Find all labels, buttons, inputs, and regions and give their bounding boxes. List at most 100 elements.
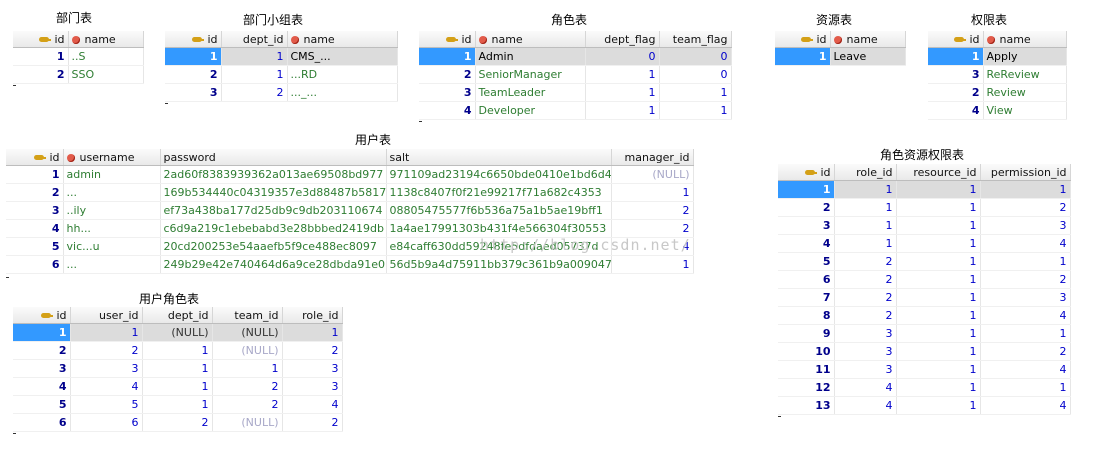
cell-role-id[interactable]: 2 <box>834 306 897 325</box>
cell-team-id[interactable]: (NULL) <box>212 413 283 432</box>
cell-team-id[interactable]: (NULL) <box>212 341 283 360</box>
column-header-name[interactable]: name <box>475 31 586 48</box>
cell-team-flag[interactable]: 0 <box>659 47 732 66</box>
cell-dept-flag[interactable]: 0 <box>585 47 660 66</box>
table-row[interactable]: 3 2 ..._... <box>165 83 398 102</box>
cell-role-id[interactable]: 4 <box>834 378 897 397</box>
column-header-resource-id[interactable]: resource_id <box>896 164 981 181</box>
column-header-team-flag[interactable]: team_flag <box>659 31 732 48</box>
cell-password[interactable]: ef73a438ba177d25db9c9db203110674 <box>160 201 387 220</box>
cell-username[interactable]: ... <box>63 255 161 274</box>
cell-role-id[interactable]: 1 <box>834 180 897 199</box>
cell-user-id[interactable]: 3 <box>70 359 143 378</box>
table-row[interactable]: 2 1 ...RD <box>165 65 398 84</box>
table-row[interactable]: 3 ReReview <box>928 65 1067 84</box>
cell-permission-id[interactable]: 2 <box>980 198 1071 217</box>
cell-name[interactable]: CMS_... <box>287 47 398 66</box>
table-row[interactable]: 2 Review <box>928 83 1067 102</box>
table-row[interactable]: 55124 <box>13 395 343 414</box>
column-header-dept-id[interactable]: dept_id <box>221 31 288 48</box>
cell-id[interactable]: 4 <box>13 377 71 396</box>
cell-resource-id[interactable]: 1 <box>896 270 981 289</box>
table-row[interactable]: 4 Developer 1 1 <box>419 101 732 120</box>
cell-resource-id[interactable]: 1 <box>896 180 981 199</box>
cell-resource-id[interactable]: 1 <box>896 216 981 235</box>
cell-username[interactable]: hh... <box>63 219 161 238</box>
cell-id[interactable]: 2 <box>165 65 222 84</box>
cell-role-id[interactable]: 3 <box>282 359 343 378</box>
cell-name[interactable]: TeamLeader <box>475 83 586 102</box>
cell-team-id[interactable]: 2 <box>212 395 283 414</box>
cell-dept-id[interactable]: 2 <box>142 413 213 432</box>
table-row[interactable]: 5211 <box>778 252 1071 271</box>
cell-permission-id[interactable]: 4 <box>980 396 1071 415</box>
cell-id[interactable]: 2 <box>928 83 984 102</box>
cell-name[interactable]: View <box>983 101 1067 120</box>
cell-permission-id[interactable]: 2 <box>980 342 1071 361</box>
cell-id[interactable]: 3 <box>419 83 476 102</box>
table-row[interactable]: 33113 <box>13 359 343 378</box>
table-row[interactable]: 11 3 1 4 <box>778 360 1071 379</box>
cell-name[interactable]: ...RD <box>287 65 398 84</box>
cell-name[interactable]: ..S <box>68 47 144 66</box>
cell-resource-id[interactable]: 1 <box>896 288 981 307</box>
cell-id[interactable]: 5 <box>778 252 835 271</box>
table-row-selected[interactable]: 1 Leave <box>775 47 906 66</box>
column-header-salt[interactable]: salt <box>386 149 612 166</box>
column-header-user-id[interactable]: user_id <box>70 307 143 324</box>
column-header-password[interactable]: password <box>160 149 387 166</box>
cell-team-flag[interactable]: 1 <box>659 83 732 102</box>
cell-role-id[interactable]: 1 <box>282 323 343 342</box>
table-row-selected[interactable]: 1 1 (NULL) (NULL) 1 <box>13 323 343 342</box>
cell-user-id[interactable]: 5 <box>70 395 143 414</box>
column-header-team-id[interactable]: team_id <box>212 307 283 324</box>
column-header-manager-id[interactable]: manager_id <box>611 149 694 166</box>
table-row[interactable]: 6 6 2 (NULL) 2 <box>13 413 343 432</box>
cell-id[interactable]: 13 <box>778 396 835 415</box>
table-row-selected[interactable]: 1 1 CMS_... <box>165 47 398 66</box>
column-header-dept-id[interactable]: dept_id <box>142 307 213 324</box>
cell-id[interactable]: 1 <box>165 47 222 66</box>
cell-permission-id[interactable]: 3 <box>980 216 1071 235</box>
cell-id[interactable]: 2 <box>778 198 835 217</box>
cell-id[interactable]: 5 <box>13 395 71 414</box>
cell-salt[interactable]: 08805475577f6b536a75a1b5ae19bff1 <box>386 201 612 220</box>
cell-id[interactable]: 7 <box>778 288 835 307</box>
cell-user-id[interactable]: 2 <box>70 341 143 360</box>
cell-team-flag[interactable]: 0 <box>659 65 732 84</box>
cell-manager-id[interactable]: 2 <box>611 201 694 220</box>
cell-id[interactable]: 12 <box>778 378 835 397</box>
cell-id[interactable]: 1 <box>13 47 69 66</box>
table-row[interactable]: 4 hh... c6d9a219c1ebebabd3e28bbbed2419db 1a… <box>6 219 694 238</box>
cell-name[interactable]: Apply <box>983 47 1067 66</box>
column-header-role-id[interactable]: role_id <box>282 307 343 324</box>
cell-id[interactable]: 1 <box>419 47 476 66</box>
cell-password[interactable]: 249b29e42e740464d6a9ce28dbda91e0 <box>160 255 387 274</box>
cell-permission-id[interactable]: 1 <box>980 324 1071 343</box>
cell-id[interactable]: 2 <box>6 183 64 202</box>
cell-id[interactable]: 1 <box>13 323 71 342</box>
cell-dept-id[interactable]: 1 <box>142 377 213 396</box>
cell-id[interactable]: 2 <box>13 65 69 84</box>
cell-role-id[interactable]: 1 <box>834 234 897 253</box>
cell-role-id[interactable]: 2 <box>834 270 897 289</box>
cell-salt[interactable]: 1138c8407f0f21e99217f71a682c4353 <box>386 183 612 202</box>
cell-name[interactable]: ReReview <box>983 65 1067 84</box>
cell-name[interactable]: Developer <box>475 101 586 120</box>
column-header-permission-id[interactable]: permission_id <box>980 164 1071 181</box>
table-row-selected[interactable]: 1 Apply <box>928 47 1067 66</box>
cell-id[interactable]: 1 <box>778 180 835 199</box>
cell-dept-id[interactable]: 1 <box>142 359 213 378</box>
cell-id[interactable]: 1 <box>928 47 984 66</box>
cell-resource-id[interactable]: 1 <box>896 306 981 325</box>
cell-role-id[interactable]: 4 <box>282 395 343 414</box>
cell-username[interactable]: ..ily <box>63 201 161 220</box>
column-header-name[interactable]: name <box>68 31 144 48</box>
table-row[interactable]: 44123 <box>13 377 343 396</box>
cell-role-id[interactable]: 4 <box>834 396 897 415</box>
cell-permission-id[interactable]: 2 <box>980 270 1071 289</box>
cell-role-id[interactable]: 3 <box>834 324 897 343</box>
column-header-name[interactable]: name <box>287 31 398 48</box>
cell-name[interactable]: Leave <box>830 47 906 66</box>
table-row[interactable]: 7213 <box>778 288 1071 307</box>
